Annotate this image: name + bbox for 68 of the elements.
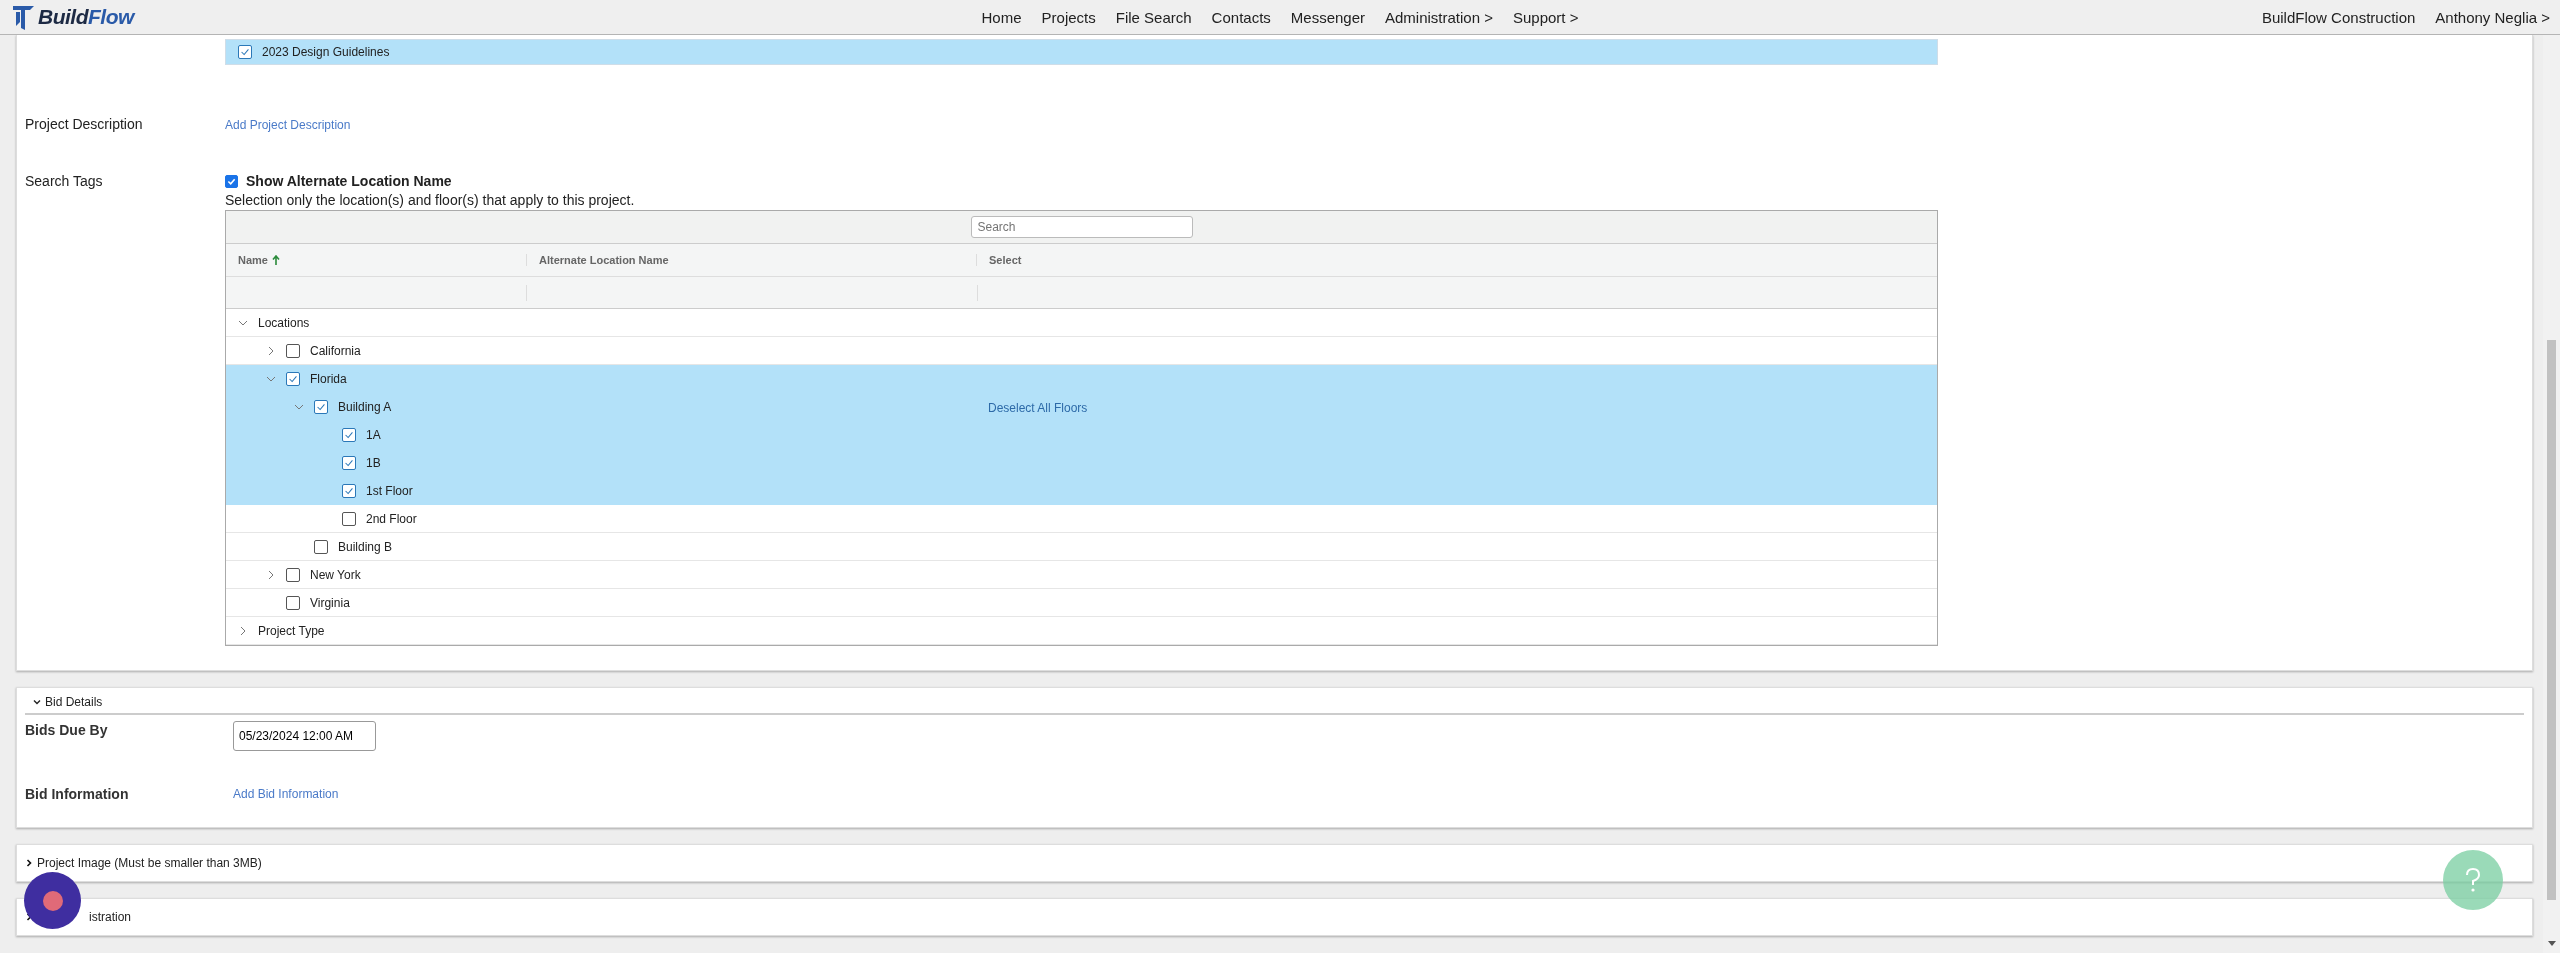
tree-item-label: Florida xyxy=(310,371,347,386)
checkbox[interactable] xyxy=(225,174,238,188)
checkbox[interactable] xyxy=(286,595,300,610)
search-field[interactable]: Search xyxy=(970,216,1193,238)
guideline-row[interactable]: 2023 Design Guidelines xyxy=(225,39,1938,65)
deselect-floors-link[interactable]: Deselect All Floors xyxy=(988,400,1088,415)
chevron-down-icon xyxy=(33,698,41,706)
tree-item-label: 1B xyxy=(366,455,381,470)
checkbox[interactable] xyxy=(286,343,300,358)
checkbox[interactable] xyxy=(342,427,356,442)
chevron-right-icon[interactable] xyxy=(266,569,276,580)
checkbox[interactable] xyxy=(286,567,300,582)
chevron-right-icon xyxy=(25,859,33,867)
nav-link[interactable]: Messenger xyxy=(1290,8,1365,26)
tree-row[interactable]: 1st Floor xyxy=(226,477,1937,505)
tree-item-label: Virginia xyxy=(310,595,350,610)
tree-item-label: Project Type xyxy=(258,623,325,638)
tree-item-label: Building B xyxy=(338,539,393,554)
section-title: istration xyxy=(89,910,132,924)
column-header[interactable]: Name xyxy=(226,254,526,266)
logo[interactable]: BuildFlow xyxy=(10,2,610,32)
nav-link[interactable]: Contacts xyxy=(1211,8,1271,26)
tree-item-label: Building A xyxy=(338,399,392,414)
logo-text: BuildFlow xyxy=(38,5,134,29)
checkbox[interactable] xyxy=(238,45,252,59)
nav-link[interactable]: Projects xyxy=(1041,8,1096,26)
nav-link[interactable]: Home xyxy=(981,8,1022,26)
field-label: Project Description xyxy=(25,116,143,132)
nav-link[interactable]: File Search xyxy=(1115,8,1192,26)
checkbox[interactable] xyxy=(286,371,300,386)
tree-row[interactable]: 1A xyxy=(226,421,1937,449)
company-link[interactable]: BuildFlow Construction xyxy=(2261,8,2416,26)
nav-link[interactable]: Support > xyxy=(1513,8,1579,26)
field-label: Search Tags xyxy=(25,173,103,189)
tree-row[interactable]: Florida xyxy=(226,365,1937,393)
column-header[interactable]: Alternate Location Name xyxy=(526,254,976,266)
checkbox[interactable] xyxy=(342,511,356,526)
checkbox[interactable] xyxy=(342,483,356,498)
add-bid-info-link[interactable]: Add Bid Information xyxy=(233,787,339,801)
tree-row[interactable]: Building A Deselect All Floors xyxy=(226,393,1937,421)
checkbox[interactable] xyxy=(314,399,328,414)
tree-row[interactable]: 1B xyxy=(226,449,1937,477)
tree-item-label: 1A xyxy=(366,427,381,442)
add-description-link[interactable]: Add Project Description xyxy=(225,118,351,132)
arrow-down-icon[interactable] xyxy=(2547,941,2557,947)
chevron-right-icon[interactable] xyxy=(266,345,276,356)
tree-item-label: 1st Floor xyxy=(366,483,413,498)
field-label: Bids Due By xyxy=(25,722,108,738)
chevron-right-icon[interactable] xyxy=(238,625,248,636)
tree-item-label: 2nd Floor xyxy=(366,511,417,526)
tree-item-label: Locations xyxy=(258,315,310,330)
column-header[interactable]: Select xyxy=(976,254,1937,266)
collapsed-section[interactable]: istration xyxy=(16,898,2533,936)
user-menu[interactable]: Anthony Neglia > xyxy=(2435,8,2550,26)
nav-link[interactable]: Administration > xyxy=(1385,8,1493,26)
checkbox[interactable] xyxy=(314,539,328,554)
tree-item-label: New York xyxy=(310,567,361,582)
field-label: Bid Information xyxy=(25,786,129,802)
tree-item-label: California xyxy=(310,343,361,358)
checkbox-label: Show Alternate Location Name xyxy=(246,173,452,189)
section-title: Project Image (Must be smaller than 3MB) xyxy=(37,856,262,870)
guideline-label: 2023 Design Guidelines xyxy=(262,45,390,59)
checkbox[interactable] xyxy=(342,455,356,470)
section-header[interactable]: Bid Details xyxy=(25,692,2524,715)
date-field[interactable]: 05/23/2024 12:00 AM xyxy=(233,721,376,751)
hint-text: Selection only the location(s) and floor(s) that apply to this project. xyxy=(225,192,636,208)
checkmark-icon xyxy=(239,46,251,58)
collapsed-section[interactable]: Project Image (Must be smaller than 3MB) xyxy=(16,844,2533,882)
